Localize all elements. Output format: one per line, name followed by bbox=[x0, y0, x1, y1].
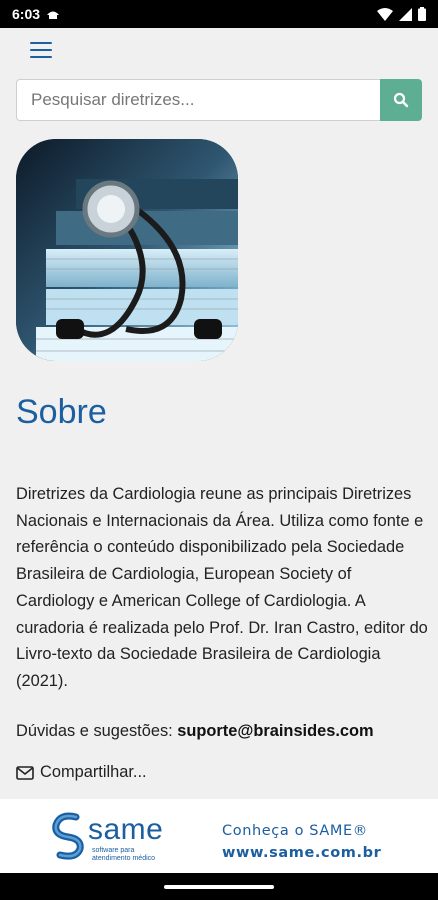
battery-icon bbox=[418, 7, 426, 21]
same-ad-banner[interactable]: same software para atendimento médico Co… bbox=[0, 799, 438, 873]
same-logo-word: same bbox=[88, 813, 164, 846]
wifi-icon bbox=[377, 7, 393, 21]
same-logo-mark-icon bbox=[52, 812, 84, 860]
contact-line: Dúvidas e sugestões: suporte@brainsides.… bbox=[16, 722, 374, 741]
notification-icon bbox=[47, 11, 60, 19]
home-gesture-handle[interactable] bbox=[164, 885, 274, 889]
search-input[interactable] bbox=[16, 79, 380, 121]
hamburger-menu-icon[interactable] bbox=[30, 42, 52, 60]
contact-label: Dúvidas e sugestões: bbox=[16, 722, 173, 740]
same-logo: same software para atendimento médico bbox=[46, 809, 186, 867]
status-time: 6:03 bbox=[12, 6, 41, 22]
envelope-icon bbox=[16, 765, 34, 780]
signal-icon bbox=[399, 7, 412, 21]
stethoscope-books-image bbox=[16, 139, 238, 361]
share-link[interactable]: Compartilhar... bbox=[16, 763, 147, 782]
contact-email-link[interactable]: suporte@brainsides.com bbox=[177, 722, 373, 740]
share-label: Compartilhar... bbox=[40, 763, 147, 781]
search-button[interactable] bbox=[380, 79, 422, 121]
promo-url[interactable]: www.same.com.br bbox=[222, 842, 381, 864]
search-icon bbox=[393, 92, 409, 108]
same-promo: Conheça o SAME® www.same.com.br bbox=[222, 820, 381, 864]
search-bar bbox=[16, 79, 422, 121]
page-title: Sobre bbox=[16, 393, 107, 431]
status-bar: 6:03 bbox=[0, 0, 438, 28]
about-description: Diretrizes da Cardiologia reune as princ… bbox=[16, 485, 428, 690]
system-nav-bar bbox=[0, 873, 438, 900]
promo-line: Conheça o SAME® bbox=[222, 823, 368, 839]
same-logo-tagline: software para atendimento médico bbox=[92, 847, 156, 862]
